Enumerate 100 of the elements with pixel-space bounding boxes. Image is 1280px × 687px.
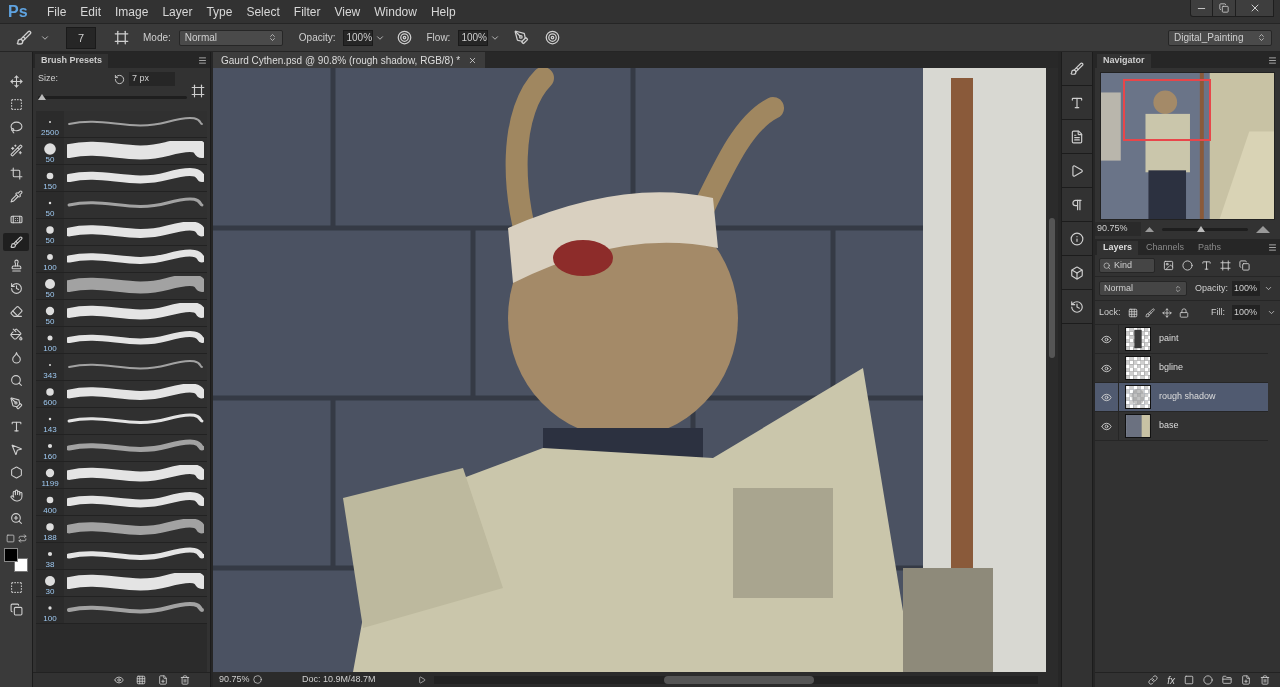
mask-icon[interactable] (1184, 675, 1194, 685)
menu-item[interactable]: Type (199, 2, 240, 21)
adjustment-icon[interactable] (1203, 675, 1213, 685)
paragraph-panel-icon[interactable] (1070, 197, 1084, 212)
adjustment-filter-icon[interactable] (1182, 260, 1193, 271)
lock-icon[interactable] (1178, 307, 1189, 318)
restore-button[interactable] (1213, 0, 1236, 17)
lock-pixels-icon[interactable] (1144, 307, 1155, 318)
horizontal-scrollbar[interactable] (434, 675, 1038, 684)
layer-row[interactable]: base (1095, 412, 1268, 441)
foreground-color-swatch[interactable] (4, 548, 18, 562)
folder-icon[interactable] (1222, 675, 1232, 685)
quick-mask-icon[interactable] (9, 581, 23, 594)
fill-field[interactable]: 100% (1232, 305, 1260, 320)
menu-item[interactable]: Select (239, 2, 287, 21)
status-menu-icon[interactable] (418, 675, 426, 684)
menu-item[interactable]: File (40, 2, 74, 21)
brush-preset[interactable] (64, 219, 207, 245)
grid-view-icon[interactable] (136, 675, 146, 685)
swap-colors-icon[interactable] (17, 534, 27, 543)
opacity-field[interactable]: 100% (1232, 281, 1260, 296)
menu-item[interactable]: Window (367, 2, 424, 21)
brush-preset[interactable] (64, 327, 207, 353)
panel-menu-icon[interactable] (1268, 243, 1277, 252)
menu-item[interactable]: Filter (286, 2, 328, 21)
menu-item[interactable]: Help (423, 2, 463, 21)
pressure-opacity-icon[interactable] (397, 30, 413, 45)
brush-preset[interactable] (64, 111, 207, 137)
blend-mode-dropdown[interactable]: Normal (1099, 281, 1187, 296)
panel-menu-icon[interactable] (1268, 56, 1277, 65)
toggle-preview-icon[interactable] (114, 675, 124, 685)
brushes-panel-icon[interactable] (1070, 61, 1084, 76)
brush-preset[interactable] (64, 543, 207, 569)
opacity-field[interactable]: 100% (343, 29, 374, 46)
cube-panel-icon[interactable] (1070, 265, 1084, 280)
menu-item[interactable]: Edit (73, 2, 109, 21)
dropdown-icon[interactable] (1267, 308, 1276, 317)
slider-thumb[interactable] (1196, 226, 1205, 232)
layer-row[interactable]: paint (1095, 325, 1268, 354)
visibility-eye-icon[interactable] (1101, 333, 1112, 345)
menu-item[interactable]: Layer (155, 2, 200, 21)
notes-panel-icon[interactable] (1070, 129, 1084, 144)
trash-icon[interactable] (1260, 675, 1270, 685)
close-icon[interactable] (468, 55, 478, 65)
reset-icon[interactable] (114, 73, 125, 85)
brush-preset[interactable] (64, 597, 207, 623)
pixel-filter-icon[interactable] (1163, 260, 1174, 271)
brush-preset[interactable] (64, 570, 207, 596)
brush-preset[interactable] (64, 408, 207, 434)
visibility-eye-icon[interactable] (1101, 362, 1112, 374)
new-layer-icon[interactable] (1241, 675, 1251, 685)
brush-preset[interactable] (64, 300, 207, 326)
history-panel-icon[interactable] (1070, 299, 1084, 314)
slider-thumb[interactable] (38, 94, 47, 100)
brush-preset[interactable] (64, 354, 207, 380)
brush-preset[interactable] (64, 516, 207, 542)
info-panel-icon[interactable] (1070, 231, 1084, 246)
lock-position-icon[interactable] (1161, 307, 1172, 318)
brush-preset[interactable] (64, 138, 207, 164)
brush-preset[interactable] (64, 489, 207, 515)
status-icon[interactable] (253, 675, 262, 684)
brush-preset[interactable] (64, 192, 207, 218)
size-field[interactable]: 7 px (129, 72, 175, 86)
close-button[interactable] (1236, 0, 1274, 17)
new-preset-icon[interactable] (158, 675, 168, 685)
zoom-in-icon[interactable] (1256, 225, 1270, 233)
brush-tool[interactable] (3, 233, 29, 251)
panel-tab[interactable]: Brush Presets (35, 54, 109, 68)
document-tab[interactable]: Gaurd Cythen.psd @ 90.8% (rough shadow, RGB/8) * (213, 52, 486, 68)
workspace-dropdown[interactable]: Digital_Painting (1168, 29, 1272, 46)
visibility-eye-icon[interactable] (1101, 391, 1112, 403)
brush-preset[interactable] (64, 246, 207, 272)
mode-dropdown[interactable]: Normal (178, 29, 283, 46)
pressure-size-icon[interactable] (545, 30, 561, 45)
layer-style-button[interactable]: fx (1167, 672, 1175, 687)
panel-menu-icon[interactable] (198, 56, 207, 65)
brush-panel-toggle-icon[interactable] (114, 30, 129, 45)
smart-object-filter-icon[interactable] (1239, 260, 1250, 271)
brush-preset[interactable] (64, 165, 207, 191)
background-color-swatch[interactable] (14, 558, 28, 572)
panel-tab[interactable]: Navigator (1097, 54, 1151, 68)
lock-transparent-icon[interactable] (1127, 307, 1138, 318)
zoom-out-icon[interactable] (1145, 226, 1154, 232)
airbrush-icon[interactable] (514, 30, 530, 45)
filter-dropdown[interactable]: Kind (1099, 258, 1155, 273)
character-panel-icon[interactable] (1070, 95, 1084, 110)
brush-preset[interactable] (64, 435, 207, 461)
menu-item[interactable]: View (327, 2, 368, 21)
navigator-zoom[interactable]: 90.75% (1095, 222, 1141, 236)
panel-tab[interactable]: Paths (1192, 241, 1228, 255)
brush-preset[interactable] (64, 381, 207, 407)
link-icon[interactable] (1148, 675, 1159, 685)
flow-field[interactable]: 100% (458, 29, 489, 46)
shape-filter-icon[interactable] (1220, 260, 1231, 271)
actions-panel-icon[interactable] (1070, 163, 1084, 178)
brush-preset[interactable] (64, 462, 207, 488)
panel-tab[interactable]: Channels (1140, 241, 1191, 255)
type-filter-icon[interactable] (1201, 260, 1212, 271)
trash-icon[interactable] (180, 675, 190, 685)
brush-icon[interactable] (16, 29, 32, 46)
